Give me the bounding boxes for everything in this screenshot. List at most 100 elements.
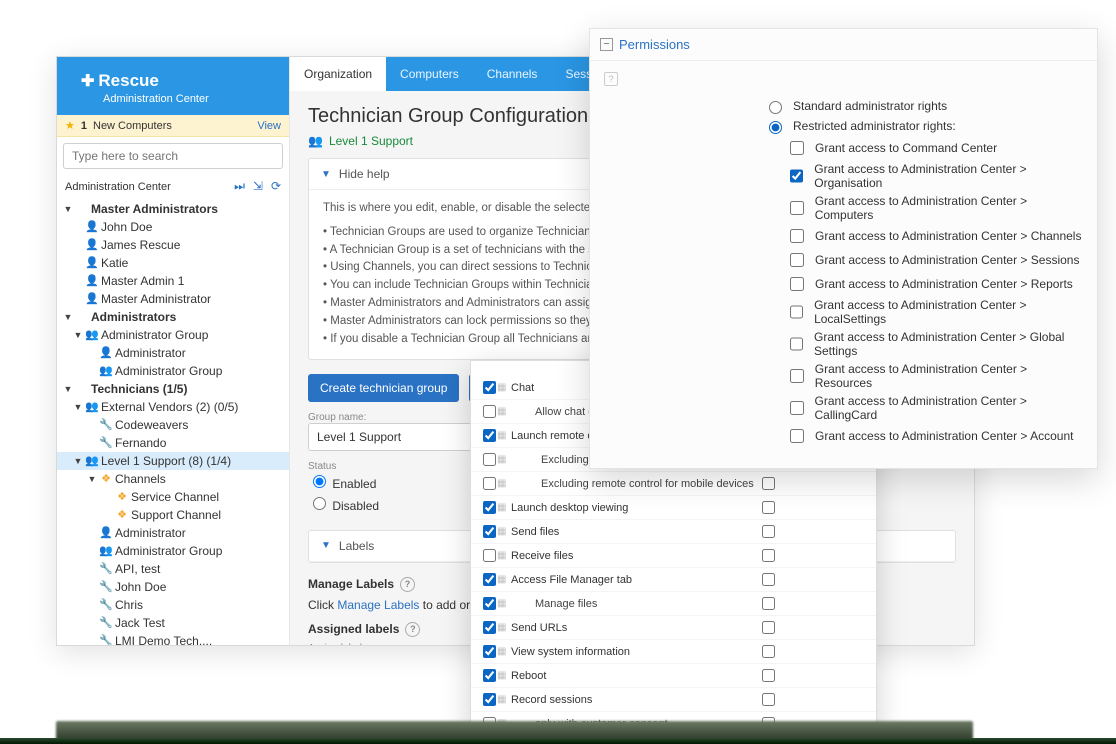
permission-locked-checkbox[interactable]: [762, 549, 775, 562]
grant-access-checkbox[interactable]: [790, 201, 804, 215]
tab-organization[interactable]: Organization: [290, 57, 386, 91]
rights-restricted-radio[interactable]: [769, 121, 782, 134]
nav-tree[interactable]: ▼Master Administrators👤John Doe👤James Re…: [57, 198, 289, 645]
permission-checkbox[interactable]: [483, 573, 496, 586]
grant-access-option[interactable]: Grant access to Administration Center > …: [786, 226, 1083, 246]
grant-access-checkbox[interactable]: [790, 253, 804, 267]
grant-access-checkbox[interactable]: [790, 169, 803, 183]
rights-standard-radio[interactable]: [769, 101, 782, 114]
tree-caret-icon[interactable]: ▼: [73, 398, 83, 416]
grant-access-option[interactable]: Grant access to Administration Center > …: [786, 162, 1083, 190]
tab-channels[interactable]: Channels: [473, 57, 552, 91]
permissions-card-header[interactable]: − Permissions: [590, 29, 1097, 61]
permission-locked-checkbox[interactable]: [762, 669, 775, 682]
permission-locked-checkbox[interactable]: [762, 477, 775, 490]
permission-checkbox[interactable]: [483, 429, 496, 442]
tree-node[interactable]: 🔧LMI Demo Tech....: [57, 632, 289, 645]
status-disabled-radio[interactable]: [313, 497, 326, 510]
grant-access-checkbox[interactable]: [790, 277, 804, 291]
permission-locked-checkbox[interactable]: [762, 645, 775, 658]
tree-node[interactable]: 🔧Fernando: [57, 434, 289, 452]
create-tech-group-button[interactable]: Create technician group: [308, 374, 459, 402]
permission-checkbox[interactable]: [483, 621, 496, 634]
grant-access-option[interactable]: Grant access to Administration Center > …: [786, 362, 1083, 390]
tree-node[interactable]: ▼👥Administrator Group: [57, 326, 289, 344]
tree-node[interactable]: 👤Katie: [57, 254, 289, 272]
grant-access-option[interactable]: Grant access to Administration Center > …: [786, 330, 1083, 358]
notification-view-link[interactable]: View: [257, 120, 281, 132]
grant-access-option[interactable]: Grant access to Administration Center > …: [786, 250, 1083, 270]
tab-computers[interactable]: Computers: [386, 57, 473, 91]
permission-checkbox[interactable]: [483, 669, 496, 682]
rights-standard-option[interactable]: Standard administrator rights: [764, 98, 1083, 114]
tree-node[interactable]: ▼Administrators: [57, 308, 289, 326]
grant-access-checkbox[interactable]: [790, 141, 804, 155]
permission-locked-checkbox[interactable]: [762, 573, 775, 586]
grant-access-option[interactable]: Grant access to Administration Center > …: [786, 194, 1083, 222]
tree-node[interactable]: 👥Administrator Group: [57, 362, 289, 380]
tree-node[interactable]: ❖Service Channel: [57, 488, 289, 506]
tree-node[interactable]: ▼Technicians (1/5): [57, 380, 289, 398]
tree-node[interactable]: ▼👥External Vendors (2) (0/5): [57, 398, 289, 416]
rights-restricted-option[interactable]: Restricted administrator rights:: [764, 118, 1083, 134]
grant-access-checkbox[interactable]: [790, 429, 804, 443]
tree-node[interactable]: 👥Administrator Group: [57, 542, 289, 560]
grant-access-checkbox[interactable]: [790, 337, 803, 351]
permission-checkbox[interactable]: [483, 405, 496, 418]
tree-node[interactable]: 👤James Rescue: [57, 236, 289, 254]
status-enabled-radio[interactable]: [313, 475, 326, 488]
help-icon[interactable]: ?: [604, 72, 618, 86]
permission-locked-checkbox[interactable]: [762, 621, 775, 634]
tree-caret-icon[interactable]: ▼: [63, 380, 73, 398]
tree-caret-icon[interactable]: ▼: [63, 200, 73, 218]
grant-access-option[interactable]: Grant access to Administration Center > …: [786, 298, 1083, 326]
collapse-icon[interactable]: −: [600, 38, 613, 51]
manage-labels-link[interactable]: Manage Labels: [337, 598, 419, 612]
tree-node[interactable]: 👤Administrator: [57, 524, 289, 542]
notification-bar[interactable]: ★ 1 New Computers View: [57, 115, 289, 137]
tree-node[interactable]: ▼❖Channels: [57, 470, 289, 488]
grant-access-option[interactable]: Grant access to Administration Center > …: [786, 426, 1083, 446]
tree-node[interactable]: ❖Support Channel: [57, 506, 289, 524]
tree-node[interactable]: 🔧API, test: [57, 560, 289, 578]
tree-node[interactable]: 🔧Codeweavers: [57, 416, 289, 434]
grant-access-checkbox[interactable]: [790, 369, 804, 383]
permission-checkbox[interactable]: [483, 693, 496, 706]
tree-node[interactable]: ▼👥Level 1 Support (8) (1/4): [57, 452, 289, 470]
tree-node[interactable]: 👤Administrator: [57, 344, 289, 362]
permission-checkbox[interactable]: [483, 597, 496, 610]
permission-checkbox[interactable]: [483, 525, 496, 538]
tree-node[interactable]: 👤Master Administrator: [57, 290, 289, 308]
tree-caret-icon[interactable]: ▼: [63, 308, 73, 326]
tool-refresh-icon[interactable]: ⟳: [271, 179, 281, 194]
permission-locked-checkbox[interactable]: [762, 501, 775, 514]
tree-caret-icon[interactable]: ▼: [73, 326, 83, 344]
tree-caret-icon[interactable]: ▼: [73, 452, 83, 470]
tool-collapse-icon[interactable]: ⇲: [253, 179, 263, 194]
permission-checkbox[interactable]: [483, 477, 496, 490]
grant-access-option[interactable]: Grant access to Administration Center > …: [786, 274, 1083, 294]
tree-caret-icon[interactable]: ▼: [87, 470, 97, 488]
permission-checkbox[interactable]: [483, 381, 496, 394]
permission-locked-checkbox[interactable]: [762, 525, 775, 538]
grant-access-checkbox[interactable]: [790, 401, 804, 415]
grant-access-checkbox[interactable]: [790, 229, 804, 243]
tree-node[interactable]: 👤John Doe: [57, 218, 289, 236]
permission-checkbox[interactable]: [483, 645, 496, 658]
permission-locked-checkbox[interactable]: [762, 693, 775, 706]
help-icon[interactable]: ?: [400, 577, 415, 592]
permission-checkbox[interactable]: [483, 453, 496, 466]
tree-node[interactable]: 👤Master Admin 1: [57, 272, 289, 290]
tree-node[interactable]: ▼Master Administrators: [57, 200, 289, 218]
permission-checkbox[interactable]: [483, 501, 496, 514]
help-icon[interactable]: ?: [405, 622, 420, 637]
permission-checkbox[interactable]: [483, 549, 496, 562]
tree-node[interactable]: 🔧Jack Test: [57, 614, 289, 632]
grant-access-option[interactable]: Grant access to Command Center: [786, 138, 1083, 158]
search-input[interactable]: [63, 143, 283, 169]
grant-access-checkbox[interactable]: [790, 305, 803, 319]
tree-node[interactable]: 🔧John Doe: [57, 578, 289, 596]
permission-locked-checkbox[interactable]: [762, 597, 775, 610]
tree-node[interactable]: 🔧Chris: [57, 596, 289, 614]
tool-skip-icon[interactable]: ⏭: [234, 179, 245, 194]
